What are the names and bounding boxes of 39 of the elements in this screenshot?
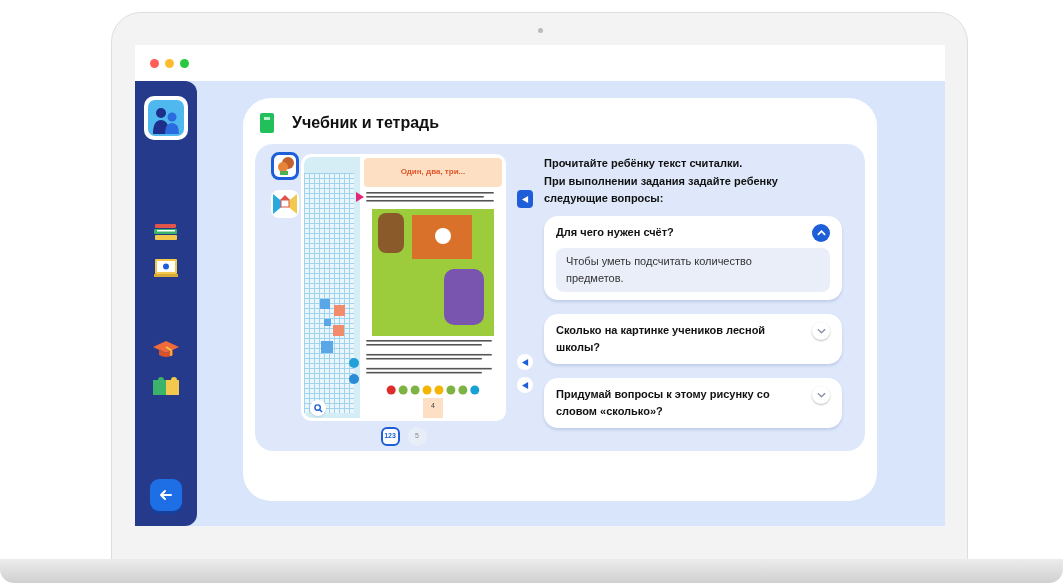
back-arrow-icon [158, 487, 174, 503]
chevron-down-icon [816, 327, 826, 334]
page-heading: Один, два, три... [364, 158, 502, 187]
audio-marker-icon [349, 374, 359, 384]
video-laptop-icon [154, 259, 178, 277]
previous-arrow-button[interactable] [517, 377, 533, 393]
answer-text: Чтобы уметь подсчитать количество предметов. [556, 247, 830, 292]
previous-arrow-button[interactable] [517, 190, 533, 208]
zoom-button[interactable] [310, 400, 326, 416]
chevron-down-icon [816, 391, 826, 398]
audio-marker-icon [349, 358, 359, 368]
search-icon [313, 403, 323, 413]
previous-arrow-button[interactable] [517, 354, 533, 370]
question-text: Сколько на картинке учеников лесной школы? [556, 322, 767, 355]
question-card[interactable]: Придумай вопросы к этому рисунку со словом «сколько»? [544, 377, 842, 428]
instruction-text: Прочитайте ребёнку текст считалки. [544, 156, 744, 171]
books-icon [154, 224, 178, 240]
left-triangle-icon [521, 358, 529, 366]
collapse-button[interactable] [812, 223, 830, 242]
house-button[interactable] [271, 190, 299, 218]
puzzle-icon [153, 377, 179, 395]
app-logo[interactable] [144, 96, 188, 140]
sidebar-item[interactable] [151, 374, 181, 398]
question-text: Придумай вопросы к этому рисунку со словом «сколько»? [556, 386, 771, 419]
chevron-up-icon [816, 229, 826, 236]
section-title: Учебник и тетрадь [292, 113, 440, 133]
question-card[interactable]: Сколько на картинке учеников лесной школы? [544, 313, 842, 364]
house-icon [273, 192, 297, 216]
graduation-cap-icon [153, 341, 179, 359]
left-triangle-icon [521, 195, 529, 203]
question-card[interactable]: Для чего нужен счёт? Чтобы уметь подсчитать количество предметов. [544, 215, 842, 300]
back-button[interactable] [150, 479, 182, 511]
character-button[interactable] [271, 152, 299, 180]
sidebar-item[interactable] [151, 256, 181, 280]
question-text: Для чего нужен счёт? [556, 224, 675, 240]
left-triangle-icon [521, 381, 529, 389]
instruction-text: При выполнении задания задайте ребенку следующие вопросы: [544, 173, 779, 206]
pointer-triangle-icon [356, 192, 364, 202]
notebook-icon [260, 113, 274, 133]
